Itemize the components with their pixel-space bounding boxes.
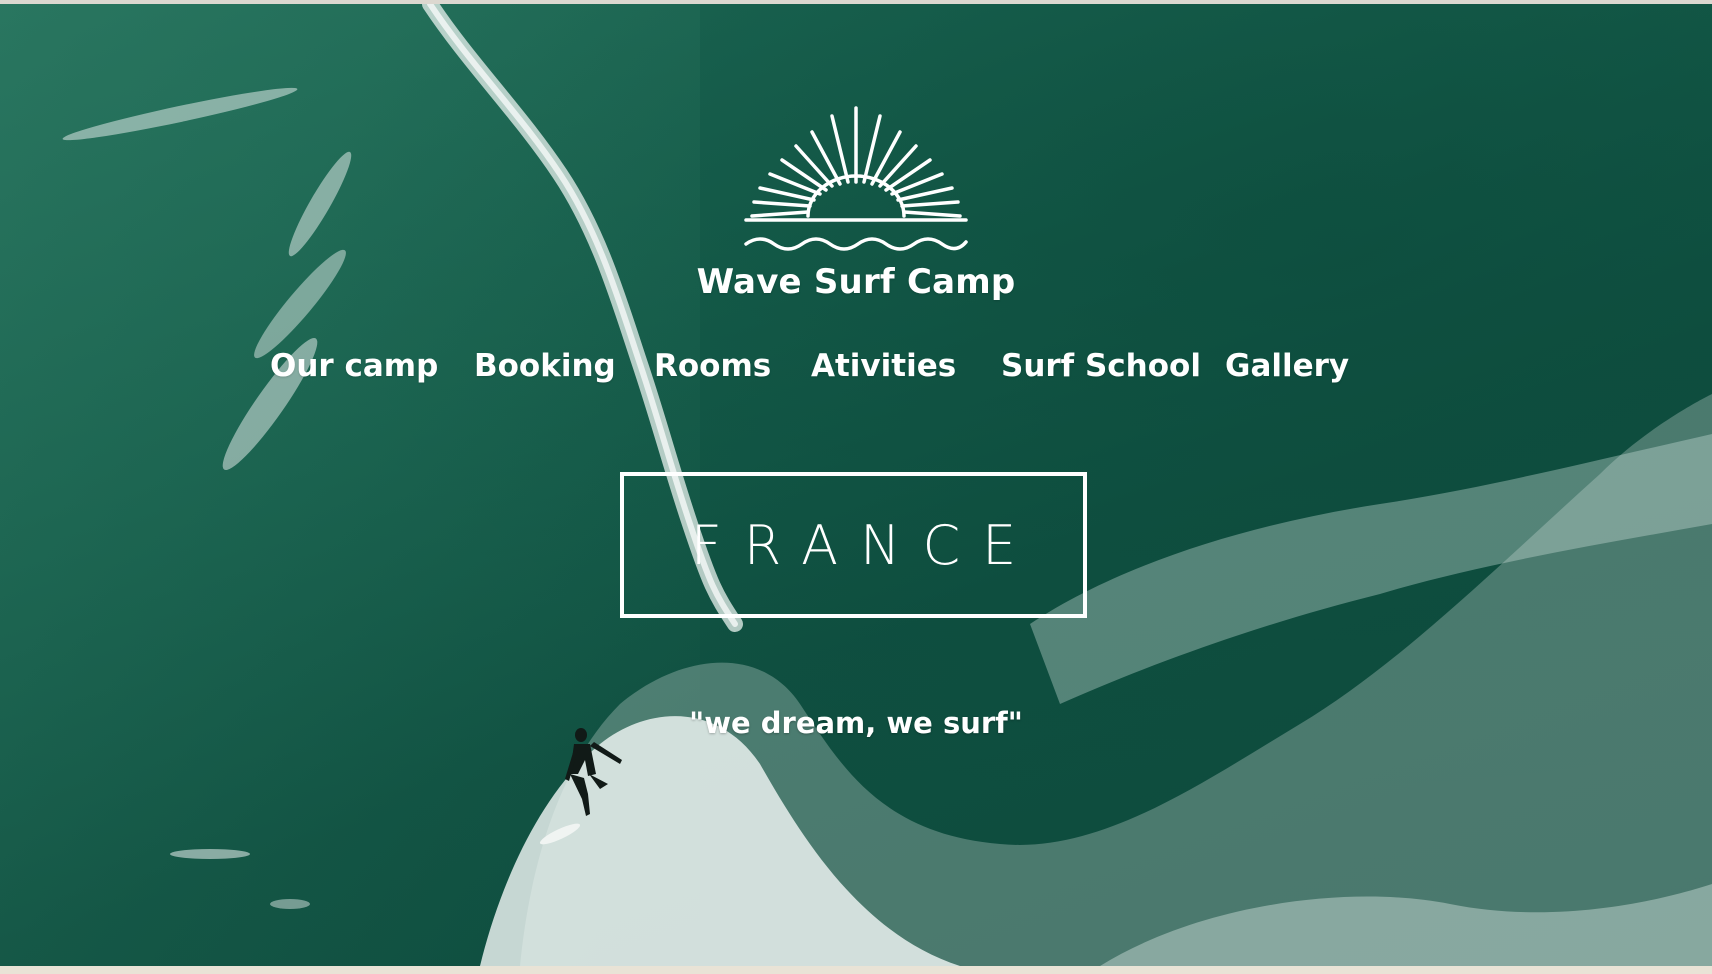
location-box: FRANCE [620,472,1087,618]
hero-video-background: Wave Surf Camp Our camp Booking Rooms At… [0,4,1712,966]
nav-item-booking[interactable]: Booking [474,348,616,384]
main-nav: Our camp Booking Rooms Ativities Surf Sc… [0,348,1712,392]
nav-item-our-camp[interactable]: Our camp [270,348,438,384]
site-title[interactable]: Wave Surf Camp [600,262,1112,302]
tagline: "we dream, we surf" [689,706,1023,740]
nav-item-gallery[interactable]: Gallery [1225,348,1349,384]
rising-sun-over-waves-icon [744,106,968,251]
nav-item-surf-school[interactable]: Surf School [1001,348,1201,384]
page: Wave Surf Camp Our camp Booking Rooms At… [0,0,1712,974]
nav-item-rooms[interactable]: Rooms [654,348,771,384]
bottom-strip [0,966,1712,974]
location-label: FRANCE [690,513,1039,577]
nav-item-activities[interactable]: Ativities [811,348,956,384]
